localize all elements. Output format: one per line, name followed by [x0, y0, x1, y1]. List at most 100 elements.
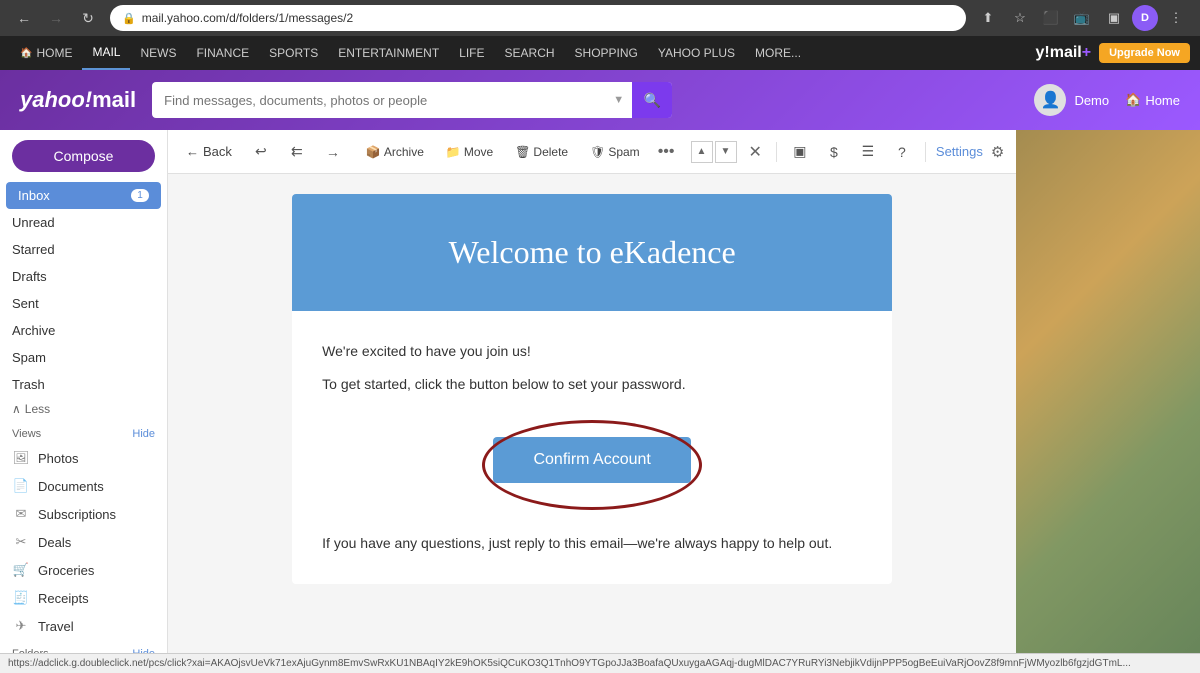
lock-icon: 🔒 [122, 12, 136, 25]
nav-item-mail[interactable]: MAIL [82, 36, 130, 70]
reply-button[interactable]: ↩ [248, 139, 274, 165]
confirm-section: Confirm Account [292, 417, 892, 513]
deals-label: Deals [38, 535, 71, 550]
nav-item-news[interactable]: NEWS [130, 36, 186, 70]
status-bar: https://adclick.g.doubleclick.net/pcs/cl… [0, 653, 1200, 673]
user-avatar: 👤 [1034, 84, 1066, 116]
nav-item-entertainment[interactable]: ENTERTAINMENT [328, 36, 449, 70]
sidebar-nav: Inbox 1 Unread Starred Drafts Sent Arc [0, 182, 167, 653]
user-area[interactable]: 👤 Demo [1034, 84, 1109, 116]
sent-label: Sent [12, 296, 39, 311]
settings-link[interactable]: Settings [936, 144, 983, 159]
nav-item-finance[interactable]: FINANCE [186, 36, 259, 70]
sidebar-item-travel[interactable]: ✈ Travel [0, 612, 167, 640]
sidebar-item-receipts[interactable]: 🧾 Receipts [0, 584, 167, 612]
nav-item-more[interactable]: MORE... [745, 36, 811, 70]
chrome-browser-bar: ← → ↻ 🔒 mail.yahoo.com/d/folders/1/messa… [0, 0, 1200, 36]
chrome-reload-button[interactable]: ↻ [74, 4, 102, 32]
sidebar-item-groceries[interactable]: 🛒 Groceries [0, 556, 167, 584]
sidebar-item-starred[interactable]: Starred [0, 236, 167, 263]
sidebar-item-photos[interactable]: 🖼 Photos [0, 444, 167, 472]
list-icon[interactable]: ☰ [855, 139, 881, 165]
chrome-back-button[interactable]: ← [10, 4, 38, 32]
yahoo-mail-logo[interactable]: yahoo!mail [20, 87, 136, 113]
more-button[interactable]: ••• [654, 143, 679, 161]
photos-icon: 🖼 [12, 449, 30, 467]
deals-icon: ✂ [12, 533, 30, 551]
archive-button[interactable]: 📦 Archive [358, 141, 432, 163]
prev-message-button[interactable]: ▲ [691, 141, 713, 163]
search-chevron-icon[interactable]: ▼ [613, 94, 624, 106]
search-input[interactable] [164, 93, 605, 108]
forward-button[interactable]: → [320, 139, 346, 165]
nav-item-sports[interactable]: SPORTS [259, 36, 328, 70]
yahoo-mail-header: yahoo!mail ▼ 🔍 👤 Demo 🏠 Home [0, 70, 1200, 130]
chrome-forward-button[interactable]: → [42, 4, 70, 32]
chrome-cast-button[interactable]: 📺 [1068, 4, 1096, 32]
reading-pane-icon[interactable]: ▣ [787, 139, 813, 165]
sidebar-item-archive[interactable]: Archive [0, 317, 167, 344]
back-button[interactable]: ← Back [180, 140, 238, 163]
search-button[interactable]: 🔍 [632, 82, 672, 118]
sidebar: Compose Inbox 1 Unread Starred Drafts [0, 130, 168, 653]
groceries-label: Groceries [38, 563, 94, 578]
compose-button[interactable]: Compose [12, 140, 155, 172]
move-button[interactable]: 📁 Move [438, 141, 501, 163]
documents-icon: 📄 [12, 477, 30, 495]
less-button[interactable]: ∧ Less [0, 398, 167, 420]
spam-icon: 🛡 [590, 145, 605, 159]
chrome-sidebar-button[interactable]: ▣ [1100, 4, 1128, 32]
chrome-share-button[interactable]: ⬆ [974, 4, 1002, 32]
inbox-label: Inbox [18, 188, 50, 203]
next-message-button[interactable]: ▼ [715, 141, 737, 163]
nav-item-life[interactable]: LIFE [449, 36, 494, 70]
folders-section-title: Folders Hide [0, 640, 167, 653]
sidebar-item-subscriptions[interactable]: ✉ Subscriptions [0, 500, 167, 528]
documents-label: Documents [38, 479, 104, 494]
extensions-icon[interactable]: ⬛ [1038, 5, 1064, 31]
reply-all-button[interactable]: ⇇ [284, 139, 310, 165]
sidebar-item-trash[interactable]: Trash [0, 371, 167, 398]
delete-button[interactable]: 🗑 Delete [507, 141, 576, 163]
chrome-bookmark-button[interactable]: ☆ [1006, 4, 1034, 32]
nav-item-yahoo-plus[interactable]: YAHOO PLUS [648, 36, 745, 70]
sidebar-item-deals[interactable]: ✂ Deals [0, 528, 167, 556]
sidebar-item-unread[interactable]: Unread [0, 209, 167, 236]
sidebar-item-sent[interactable]: Sent [0, 290, 167, 317]
email-body-container: Welcome to eKadence We're excited to hav… [168, 174, 1016, 653]
email-body-text: We're excited to have you join us! To ge… [292, 311, 892, 417]
sidebar-item-documents[interactable]: 📄 Documents [0, 472, 167, 500]
chrome-profile-button[interactable]: D [1132, 5, 1158, 31]
nav-item-home[interactable]: 🏠 HOME [10, 36, 82, 70]
spam-button[interactable]: 🛡 Spam [582, 141, 648, 163]
archive-label: Archive [384, 145, 424, 159]
upgrade-button[interactable]: Upgrade Now [1099, 43, 1190, 63]
folders-label: Folders [12, 648, 49, 653]
right-panel: › [1016, 130, 1200, 653]
delete-label: Delete [533, 145, 568, 159]
inbox-badge: 1 [131, 189, 149, 202]
groceries-icon: 🛒 [12, 561, 30, 579]
email-inner: Welcome to eKadence We're excited to hav… [292, 194, 892, 584]
sidebar-item-spam[interactable]: Spam [0, 344, 167, 371]
help-icon[interactable]: ? [889, 139, 915, 165]
spam-label: Spam [12, 350, 46, 365]
close-button[interactable]: ✕ [745, 138, 766, 166]
sidebar-item-drafts[interactable]: Drafts [0, 263, 167, 290]
header-right: 👤 Demo 🏠 Home [1034, 84, 1180, 116]
folders-hide-button[interactable]: Hide [132, 648, 155, 653]
email-banner: Welcome to eKadence [292, 194, 892, 311]
views-label: Views [12, 428, 41, 440]
dollar-icon[interactable]: $ [821, 139, 847, 165]
views-hide-button[interactable]: Hide [132, 428, 155, 440]
home-button[interactable]: 🏠 Home [1125, 92, 1180, 108]
sidebar-item-inbox[interactable]: Inbox 1 [6, 182, 161, 209]
chrome-menu-button[interactable]: ⋮ [1162, 4, 1190, 32]
nav-item-search[interactable]: SEARCH [495, 36, 565, 70]
nav-item-shopping[interactable]: SHOPPING [565, 36, 648, 70]
search-bar: ▼ 🔍 [152, 82, 672, 118]
chrome-address-bar[interactable]: 🔒 mail.yahoo.com/d/folders/1/messages/2 [110, 5, 966, 31]
home-icon: 🏠 [1125, 92, 1141, 108]
gear-icon[interactable]: ⚙ [991, 143, 1004, 161]
confirm-account-button[interactable]: Confirm Account [493, 437, 690, 483]
